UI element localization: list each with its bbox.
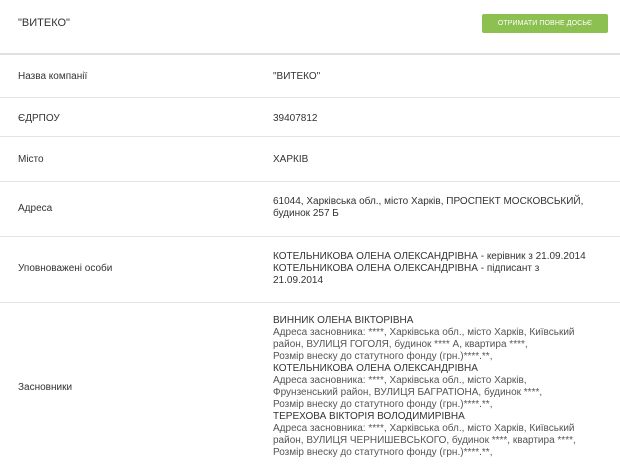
company-title: "ВИТЕКО" <box>18 17 70 29</box>
company-header: "ВИТЕКО" ОТРИМАТИ ПОВНЕ ДОСЬЄ <box>0 0 620 53</box>
company-name-value: "ВИТЕКО" <box>273 71 321 82</box>
founder-detail: Адреса засновника: ****, Харківська обл.… <box>273 375 527 386</box>
founder-name: КОТЕЛЬНИКОВА ОЛЕНА ОЛЕКСАНДРІВНА <box>273 363 478 374</box>
founder-detail: Адреса засновника: ****, Харківська обл.… <box>273 327 575 338</box>
divider <box>0 181 620 182</box>
city-label: Місто <box>18 154 44 165</box>
founder-detail: Розмір внеску до статутного фонду (грн.)… <box>273 351 493 362</box>
divider <box>0 97 620 98</box>
divider <box>0 53 620 55</box>
divider <box>0 302 620 303</box>
address-line: 61044, Харківська обл., місто Харків, ПР… <box>273 196 584 207</box>
divider <box>0 136 620 137</box>
city-value: ХАРКІВ <box>273 154 309 165</box>
get-full-dossier-button[interactable]: ОТРИМАТИ ПОВНЕ ДОСЬЄ <box>482 14 608 33</box>
authorized-line: КОТЕЛЬНИКОВА ОЛЕНА ОЛЕКСАНДРІВНА - підпи… <box>273 263 540 274</box>
authorized-line: 21.09.2014 <box>273 275 324 286</box>
founder-detail: Фрунзенський район, ВУЛИЦЯ БАГРАТІОНА, б… <box>273 387 543 398</box>
company-name-label: Назва компанії <box>18 71 88 82</box>
edrpou-label: ЄДРПОУ <box>18 113 60 124</box>
founder-detail: район, ВУЛИЦЯ ЧЕРНИШЕВСЬКОГО, будинок **… <box>273 435 576 446</box>
founder-name: ВИННИК ОЛЕНА ВІКТОРІВНА <box>273 315 414 326</box>
address-value: 61044, Харківська обл., місто Харків, ПР… <box>273 196 608 220</box>
founder-name: ТЕРЕХОВА ВІКТОРІЯ ВОЛОДИМИРІВНА <box>273 411 465 422</box>
address-line: будинок 257 Б <box>273 208 339 219</box>
authorized-persons-label: Уповноважені особи <box>18 263 113 274</box>
founders-label: Засновники <box>18 382 73 393</box>
founders-value: ВИННИК ОЛЕНА ВІКТОРІВНА Адреса засновник… <box>273 315 608 459</box>
authorized-persons-value: КОТЕЛЬНИКОВА ОЛЕНА ОЛЕКСАНДРІВНА - керів… <box>273 251 608 287</box>
founder-detail: Розмір внеску до статутного фонду (грн.)… <box>273 399 493 410</box>
edrpou-value: 39407812 <box>273 113 318 124</box>
founder-detail: Адреса засновника: ****, Харківська обл.… <box>273 423 575 434</box>
address-label: Адреса <box>18 203 53 214</box>
founder-detail: Розмір внеску до статутного фонду (грн.)… <box>273 447 493 458</box>
authorized-line: КОТЕЛЬНИКОВА ОЛЕНА ОЛЕКСАНДРІВНА - керів… <box>273 251 586 262</box>
divider <box>0 236 620 237</box>
founder-detail: район, ВУЛИЦЯ ГОГОЛЯ, будинок **** А, кв… <box>273 339 528 350</box>
